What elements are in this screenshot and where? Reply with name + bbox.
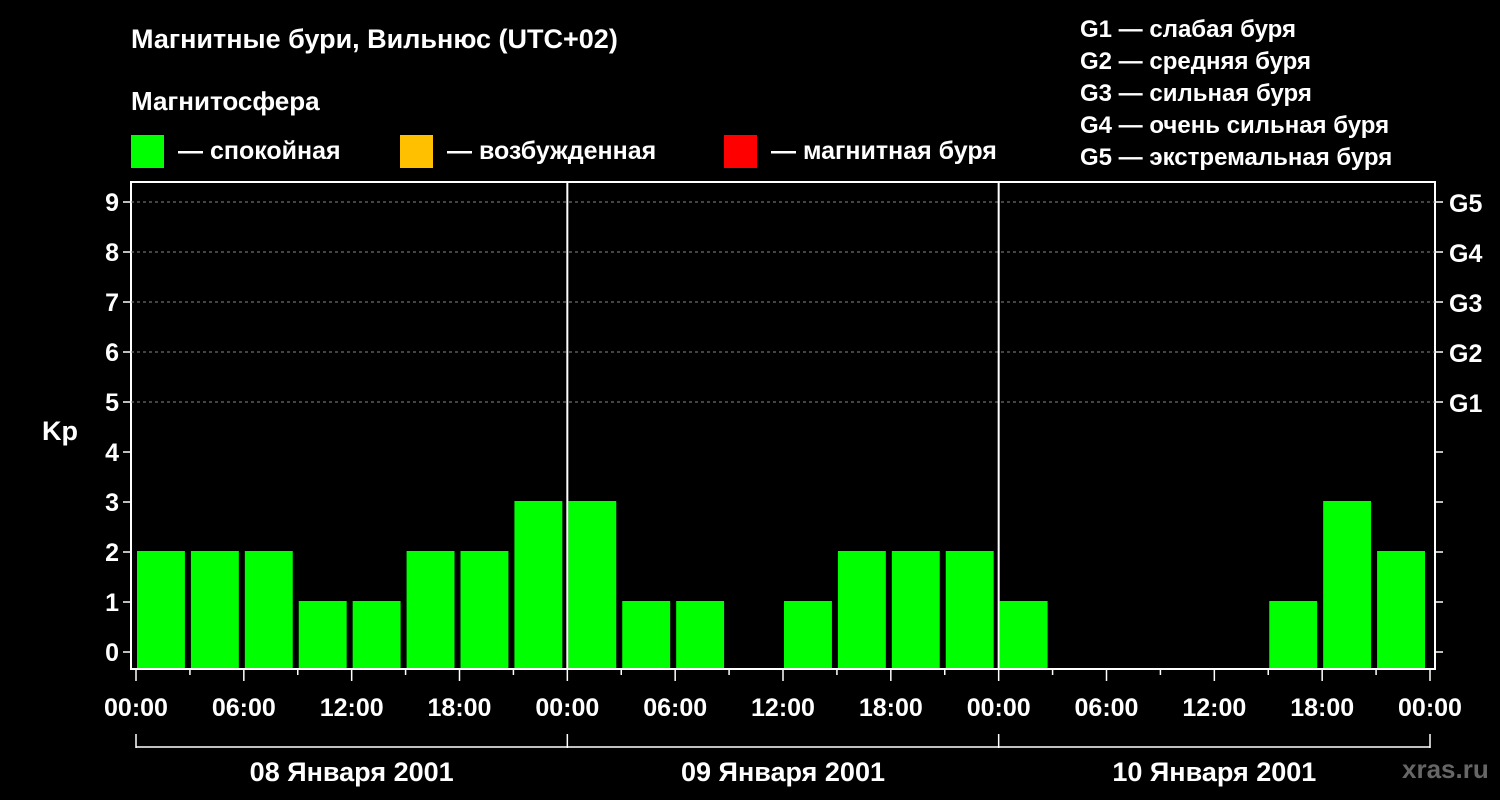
kp-bar [784,601,832,668]
g-level-label: G5 [1449,190,1482,218]
kp-bar [1323,501,1372,668]
kp-bar [676,601,725,668]
watermark: xras.ru [1402,754,1489,784]
y-tick-label: 1 [105,589,119,617]
kp-bar [837,551,886,668]
y-tick-label: 4 [105,439,119,467]
y-tick-label: 6 [105,339,119,367]
g-level-label: G4 [1449,240,1482,268]
x-tick-label: 06:00 [1075,694,1139,722]
x-tick-label: 00:00 [535,694,599,722]
x-tick-label: 18:00 [428,694,492,722]
kp-bar [244,551,293,668]
kp-bar [406,551,455,668]
y-tick-label: 3 [105,489,119,517]
y-tick-label: 0 [105,639,119,667]
y-tick-label: 8 [105,239,119,267]
x-tick-label: 00:00 [1398,694,1462,722]
x-tick-label: 00:00 [104,694,168,722]
day-label: 09 Января 2001 [681,757,885,787]
kp-bar [460,551,509,668]
kp-bar [137,551,185,668]
kp-bar [622,601,671,668]
x-tick-label: 18:00 [1290,694,1354,722]
y-tick-label: 5 [105,389,119,417]
plot-frame [130,181,1436,670]
x-tick-label: 06:00 [212,694,276,722]
kp-bar-chart: 0 1 2 3 4 5 6 7 8 9 G1 G2 G3 G4 G5 Kp 00:00 06:00 12:00 18:… [42,181,1482,787]
kp-bar [1269,601,1318,668]
x-tick-label: 06:00 [643,694,707,722]
kp-bar [568,501,617,668]
x-tick-label: 00:00 [967,694,1031,722]
x-tick-label: 12:00 [1182,694,1246,722]
kp-bar [190,551,239,668]
kp-bar [352,601,401,668]
x-tick-label: 12:00 [320,694,384,722]
g-level-label: G1 [1449,390,1482,418]
x-tick-label: 12:00 [751,694,815,722]
g-level-label: G2 [1449,340,1482,368]
day-label: 10 Января 2001 [1112,757,1316,787]
kp-bar [1377,551,1425,668]
kp-bar [999,601,1048,668]
kp-bar [891,551,940,668]
y-tick-label: 9 [105,189,119,217]
x-tick-label: 18:00 [859,694,923,722]
kp-bar [514,501,563,668]
g-level-label: G3 [1449,290,1482,318]
y-axis-label: Kp [42,416,78,446]
y-tick-label: 2 [105,539,119,567]
day-label: 08 Января 2001 [250,757,454,787]
kp-bar [298,601,347,668]
kp-bar [945,551,994,668]
y-tick-label: 7 [105,289,119,317]
